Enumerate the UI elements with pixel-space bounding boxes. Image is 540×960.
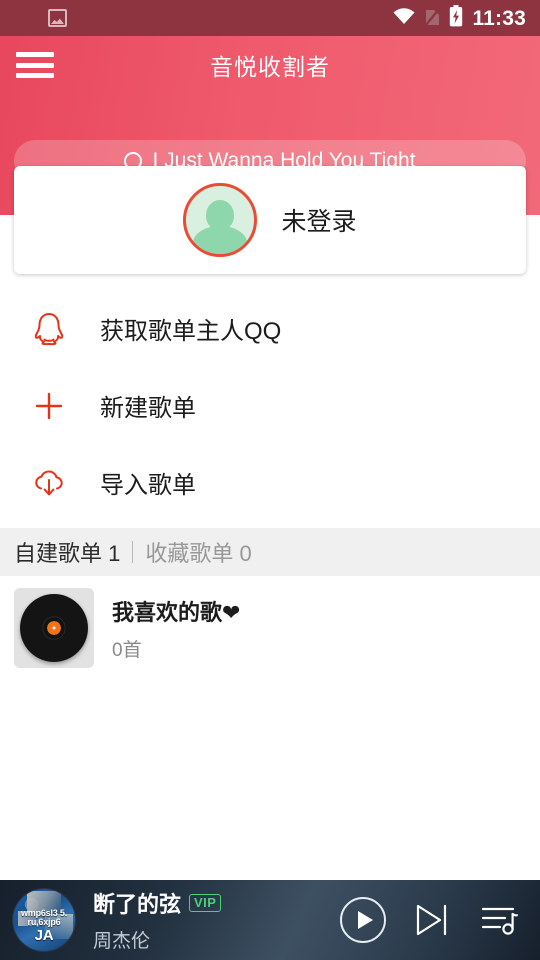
playlist-list: 我喜欢的歌❤ 0首 — [0, 576, 540, 680]
avatar — [183, 183, 258, 257]
track-title: 断了的弦 — [93, 892, 182, 917]
cloud-download-icon — [28, 462, 70, 504]
menu-item-label: 导入歌单 — [100, 472, 196, 499]
app-root: 11:33 音悦收割者 I Just Wanna Hold You Tight … — [0, 0, 540, 960]
menu-item-new-playlist[interactable]: 新建歌单 — [0, 367, 540, 444]
vinyl-disc — [20, 594, 88, 662]
vip-badge: VIP — [189, 893, 222, 913]
track-artist: 周杰伦 — [93, 931, 151, 952]
status-bar-right: 11:33 — [392, 4, 540, 32]
playlist-section-header: 自建歌单 1 收藏歌单 0 — [0, 528, 540, 576]
playlist-title: 我喜欢的歌❤ — [112, 599, 241, 625]
play-triangle — [357, 911, 373, 929]
sim-card-off-icon — [425, 6, 441, 31]
status-bar-clock: 11:33 — [472, 6, 526, 30]
menu-list: 获取歌单主人QQ 新建歌单 导入歌单 — [0, 290, 540, 521]
profile-card[interactable]: 未登录 — [14, 166, 526, 274]
screenshot-image-icon — [48, 9, 67, 27]
vinyl-record-icon — [14, 588, 94, 668]
menu-item-label: 新建歌单 — [100, 395, 196, 422]
menu-item-label: 获取歌单主人QQ — [100, 318, 282, 345]
play-button-icon[interactable] — [340, 897, 386, 943]
player-controls — [340, 897, 540, 943]
playlist-meta: 我喜欢的歌❤ 0首 — [112, 595, 240, 662]
status-bar-left — [0, 9, 392, 27]
status-bar: 11:33 — [0, 0, 540, 36]
tab-favorite-playlists[interactable]: 收藏歌单 0 — [145, 536, 251, 568]
track-title-line: 断了的弦 VIP — [93, 887, 340, 919]
hamburger-menu-icon[interactable] — [16, 52, 54, 78]
playlist-queue-icon[interactable] — [480, 903, 520, 937]
album-art[interactable]: wmp6sl3 5. ru,6xjp6 JA — [13, 889, 75, 951]
playlist-song-count: 0首 — [112, 639, 142, 661]
track-info[interactable]: 断了的弦 VIP 周杰伦 — [93, 887, 340, 953]
player-bar: wmp6sl3 5. ru,6xjp6 JA 断了的弦 VIP 周杰伦 — [0, 880, 540, 960]
qq-penguin-icon — [28, 308, 70, 350]
menu-item-get-qq[interactable]: 获取歌单主人QQ — [0, 290, 540, 367]
wifi-icon — [392, 7, 416, 30]
list-item[interactable]: 我喜欢的歌❤ 0首 — [0, 576, 540, 680]
tab-self-created-playlists[interactable]: 自建歌单 1 — [14, 536, 120, 568]
battery-charging-icon — [449, 4, 463, 32]
menu-item-import-playlist[interactable]: 导入歌单 — [0, 444, 540, 521]
avatar-body — [193, 226, 248, 254]
app-bar: 音悦收割者 — [0, 36, 540, 94]
page-title: 音悦收割者 — [210, 54, 330, 80]
profile-name: 未登录 — [281, 208, 357, 236]
plus-icon — [28, 385, 70, 427]
section-divider — [132, 541, 134, 563]
album-art-watermark-big: JA — [34, 926, 54, 944]
next-track-icon[interactable] — [414, 903, 452, 937]
album-art-watermark: wmp6sl3 5. ru,6xjp6 JA — [13, 908, 75, 944]
